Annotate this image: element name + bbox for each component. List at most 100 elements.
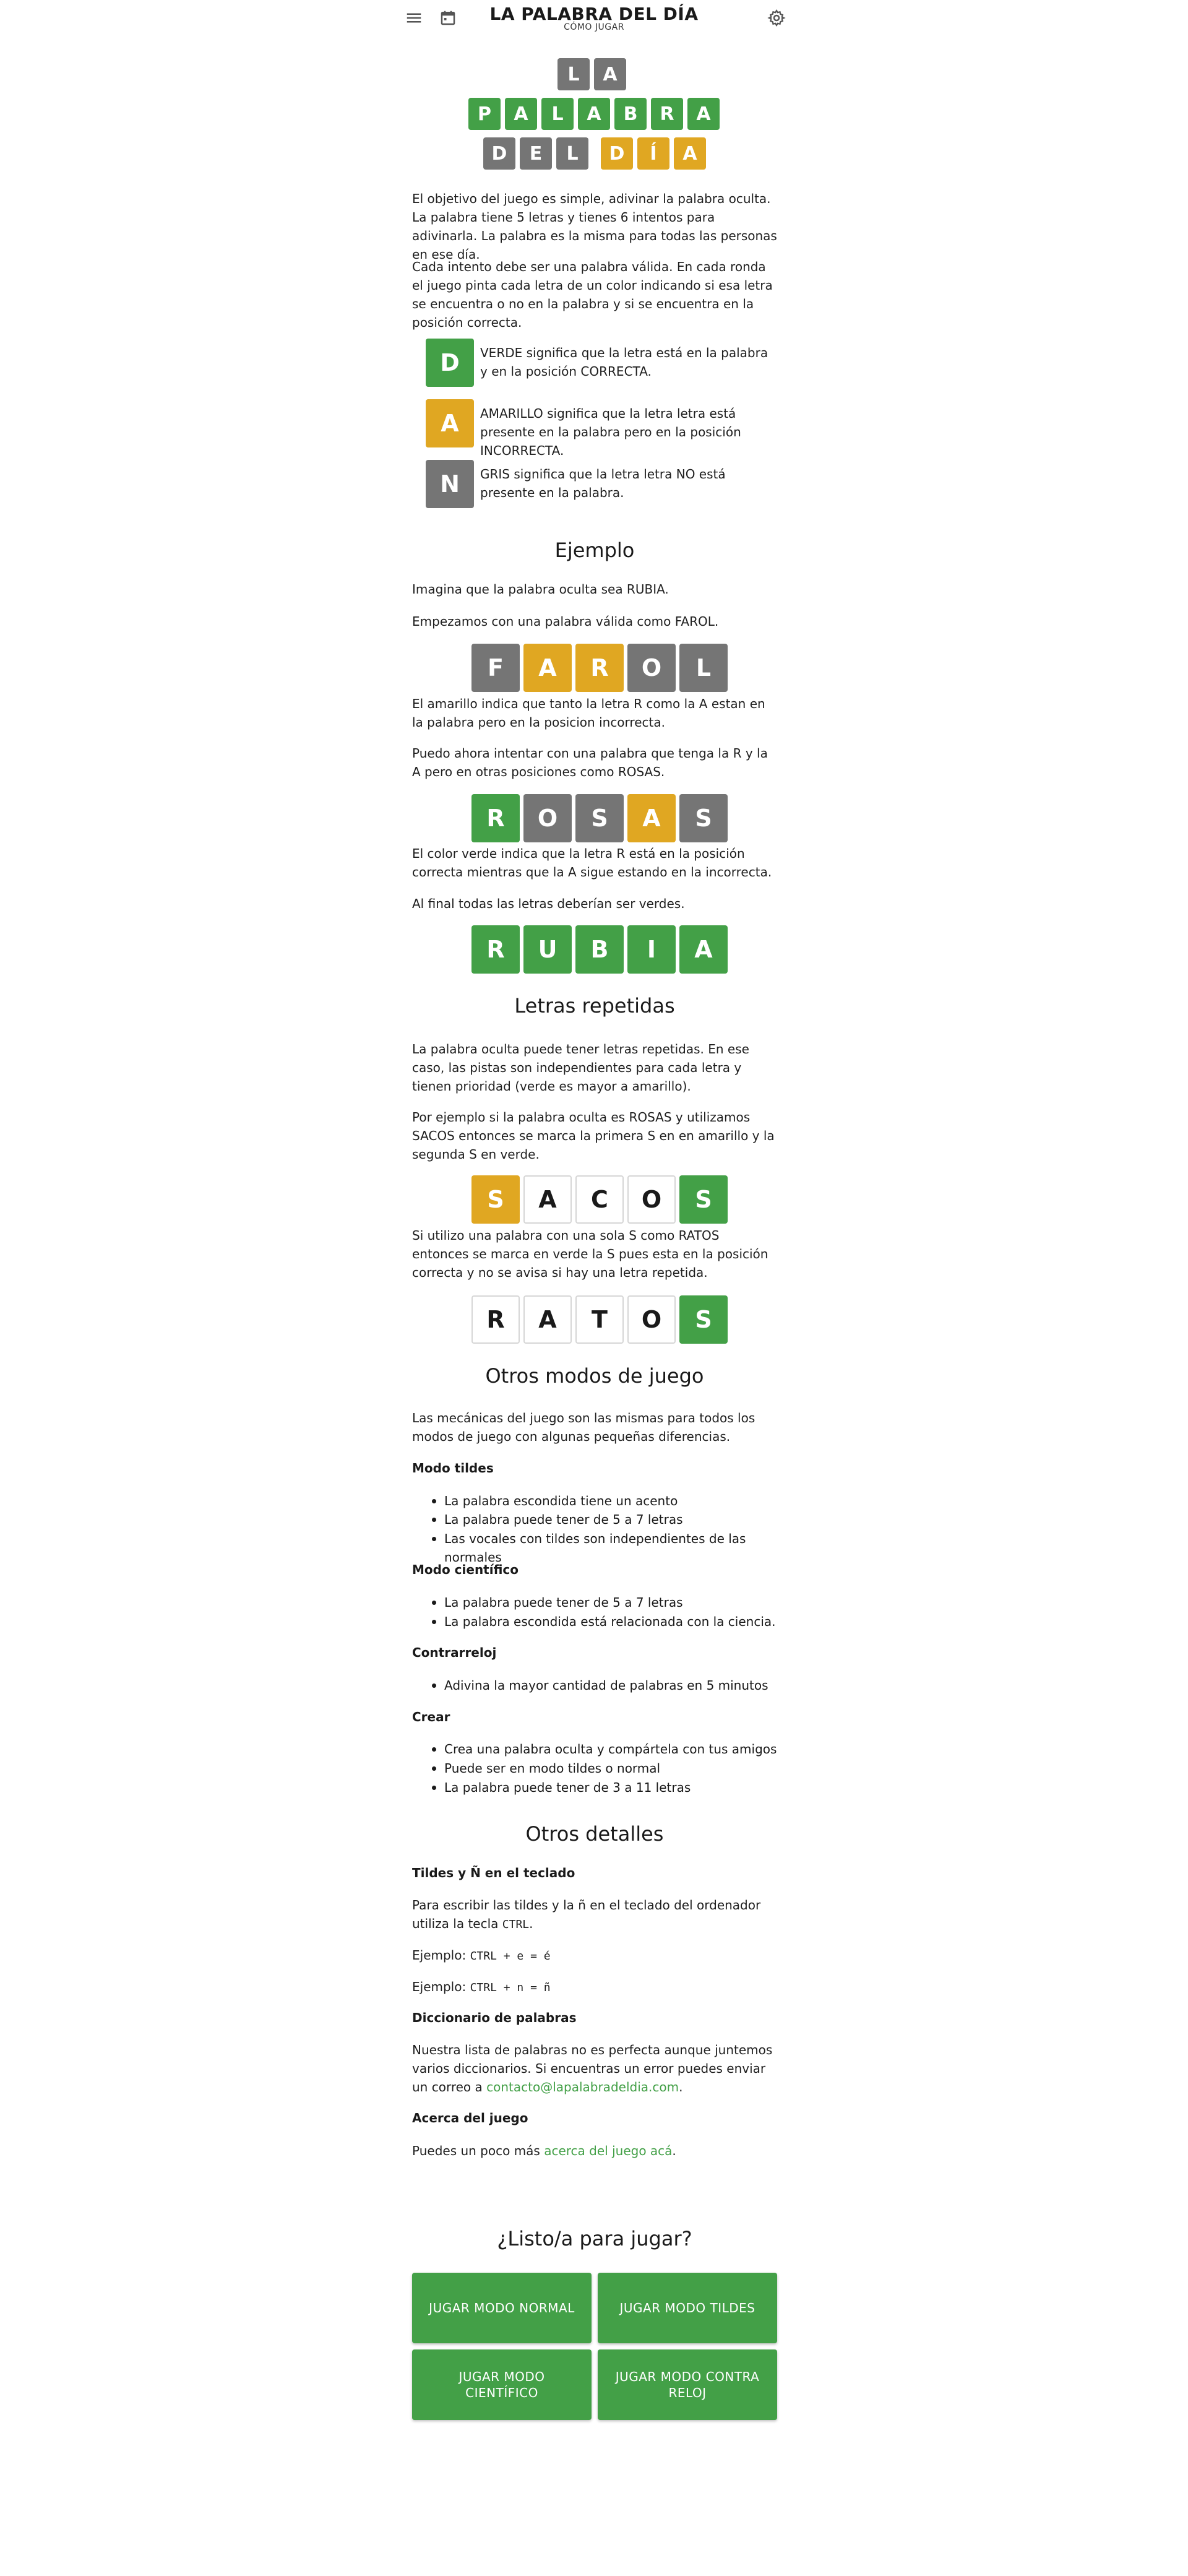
contact-email-link[interactable]: contacto@lapalabradeldia.com [486, 2080, 679, 2094]
letter-tile: S [679, 1295, 728, 1344]
play-scientific-button[interactable]: JUGAR MODO CIENTÍFICO [412, 2349, 592, 2420]
about-text: Puedes un poco más [412, 2143, 540, 2158]
repeated-paragraph: Por ejemplo si la palabra oculta es ROSA… [412, 1110, 775, 1162]
legend-text: VERDE significa que la letra está en la … [480, 345, 768, 379]
legend-text: AMARILLO significa que la letra letra es… [480, 406, 741, 458]
about-paragraph: Puedes un poco más acerca del juego acá. [412, 2142, 777, 2160]
logo-tile: A [594, 58, 626, 90]
example-label: Ejemplo: [412, 1979, 467, 1994]
logo-tile: L [541, 98, 574, 130]
letter-tile: S [679, 794, 728, 842]
play-normal-button[interactable]: JUGAR MODO NORMAL [412, 2273, 592, 2343]
logo-row-del-dia: D E L D Í A [483, 137, 706, 170]
logo-tile: A [687, 98, 720, 130]
letter-tile: A [523, 1175, 572, 1224]
play-timed-button[interactable]: JUGAR MODO CONTRA RELOJ [598, 2349, 777, 2420]
logo-tile: E [520, 137, 552, 170]
letter-tile: O [523, 794, 572, 842]
letter-tile: A [679, 925, 728, 974]
section-heading: Otros detalles [525, 1822, 664, 1846]
list-item: La palabra puede tener de 5 a 7 letras [432, 1510, 778, 1529]
mode-title: Contrarreloj [412, 1645, 497, 1660]
logo-tile: L [557, 58, 590, 90]
ctrl-key: CTRL [502, 1918, 530, 1931]
letter-tile: A [523, 1295, 572, 1344]
repeated-paragraph: Si utilizo una palabra con una sola S co… [412, 1228, 768, 1280]
key-combo: CTRL + n = ñ [470, 1981, 551, 1994]
detail-title: Acerca del juego [412, 2111, 528, 2125]
repeated-paragraph: La palabra oculta puede tener letras rep… [412, 1042, 749, 1094]
mode-title: Modo tildes [412, 1461, 494, 1476]
logo-tile: P [468, 98, 501, 130]
gear-icon[interactable] [767, 9, 786, 27]
keyboard-text: Para escribir las tildes y la ñ en el te… [412, 1898, 761, 1931]
key-combo: CTRL + e = é [470, 1950, 551, 1963]
section-heading: Letras repetidas [514, 994, 675, 1018]
play-tildes-button[interactable]: JUGAR MODO TILDES [598, 2273, 777, 2343]
example-row-farol: F A R O L [471, 644, 728, 692]
example-paragraph: Empezamos con una palabra válida como FA… [412, 614, 719, 629]
example-paragraph: Imagina que la palabra oculta sea RUBIA. [412, 582, 669, 597]
letter-tile: O [627, 1295, 676, 1344]
legend-text: GRIS significa que la letra letra NO est… [480, 467, 726, 500]
letter-tile: C [575, 1175, 624, 1224]
period: . [679, 2080, 683, 2094]
section-heading: Ejemplo [554, 538, 635, 562]
list-item: Crea una palabra oculta y compártela con… [432, 1740, 778, 1758]
example-paragraph: Al final todas las letras deberían ser v… [412, 896, 685, 911]
logo-row-palabra: P A L A B R A [468, 98, 720, 130]
period: . [529, 1916, 533, 1931]
list-item: Puede ser en modo tildes o normal [432, 1759, 778, 1778]
legend-tile-gray: N [426, 460, 474, 508]
letter-tile: F [471, 644, 520, 692]
mode-title: Crear [412, 1709, 450, 1724]
legend-tile-green: D [426, 339, 474, 387]
example-paragraph: El color verde indica que la letra R est… [412, 846, 772, 880]
example-line: Ejemplo: CTRL + e = é [412, 1946, 777, 1966]
legend-tile-yellow: A [426, 399, 474, 447]
letter-tile: O [627, 644, 676, 692]
letter-tile: S [575, 794, 624, 842]
about-link[interactable]: acerca del juego acá [544, 2143, 672, 2158]
letter-tile: R [575, 644, 624, 692]
repeated-row-ratos: R A T O S [471, 1295, 728, 1344]
list-item: La palabra escondida tiene un acento [432, 1492, 778, 1510]
list-item: La palabra puede tener de 5 a 7 letras [432, 1593, 778, 1612]
intro-paragraph: Cada intento debe ser una palabra válida… [412, 259, 773, 330]
example-paragraph: Puedo ahora intentar con una palabra que… [412, 746, 768, 779]
dictionary-paragraph: Nuestra lista de palabras no es perfecta… [412, 2041, 777, 2096]
cta-heading: ¿Listo/a para jugar? [497, 2227, 692, 2250]
letter-tile: S [679, 1175, 728, 1224]
logo-tile: D [483, 137, 515, 170]
letter-tile: T [575, 1295, 624, 1344]
app-title: LA PALABRA DEL DÍA [489, 4, 699, 24]
logo-tile: R [651, 98, 683, 130]
letter-tile: O [627, 1175, 676, 1224]
logo-tile: A [578, 98, 610, 130]
letter-tile: L [679, 644, 728, 692]
logo-tile: D [601, 137, 633, 170]
mode-title: Modo científico [412, 1562, 519, 1577]
logo-tile: B [614, 98, 647, 130]
logo-tile: A [505, 98, 537, 130]
list-item: La palabra escondida está relacionada co… [432, 1612, 778, 1631]
letter-tile: R [471, 794, 520, 842]
list-item: Adivina la mayor cantidad de palabras en… [432, 1676, 778, 1695]
letter-tile: R [471, 1295, 520, 1344]
keyboard-paragraph: Para escribir las tildes y la ñ en el te… [412, 1896, 777, 1934]
logo-tile: L [556, 137, 588, 170]
example-paragraph: El amarillo indica que tanto la letra R … [412, 696, 765, 730]
logo-tile: A [674, 137, 706, 170]
letter-tile: A [627, 794, 676, 842]
letter-tile: B [575, 925, 624, 974]
modes-intro: Las mecánicas del juego son las mismas p… [412, 1411, 755, 1444]
period: . [672, 2143, 676, 2158]
example-line: Ejemplo: CTRL + n = ñ [412, 1977, 777, 1997]
page-subtitle: CÓMO JUGAR [564, 22, 624, 32]
detail-title: Diccionario de palabras [412, 2010, 577, 2025]
letter-tile: I [627, 925, 676, 974]
logo-tile: Í [637, 137, 669, 170]
repeated-row-sacos: S A C O S [471, 1175, 728, 1224]
list-item: La palabra puede tener de 3 a 11 letras [432, 1778, 778, 1797]
letter-tile: U [523, 925, 572, 974]
